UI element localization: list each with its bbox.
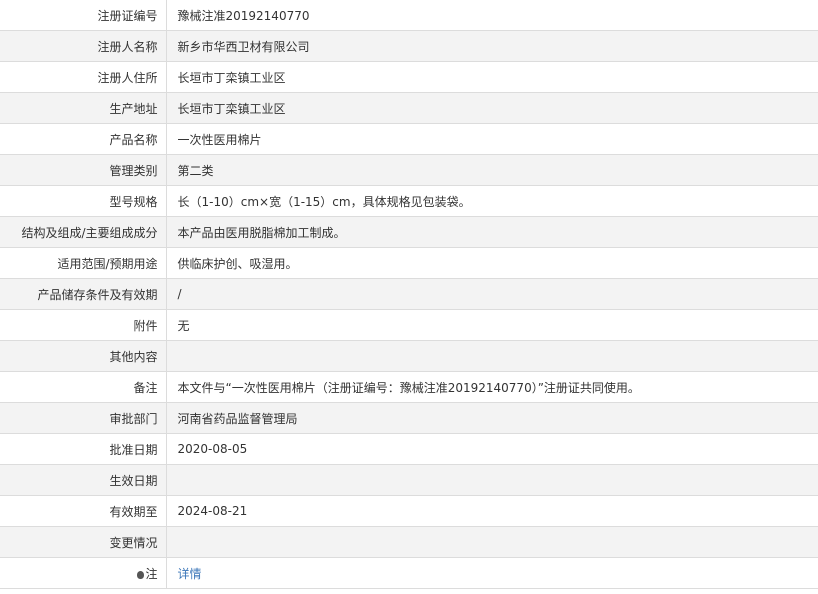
table-row: 生效日期 — [0, 464, 818, 496]
table-row: 注册人名称 新乡市华西卫材有限公司 — [0, 30, 818, 62]
note-label: 注 — [145, 566, 158, 581]
table-row: 其他内容 — [0, 340, 818, 372]
row-label: 变更情况 — [0, 526, 167, 558]
row-value: 2020-08-05 — [166, 433, 818, 465]
row-label: 其他内容 — [0, 340, 167, 372]
row-label: 管理类别 — [0, 154, 167, 186]
table-row: 结构及组成/主要组成成分 本产品由医用脱脂棉加工制成。 — [0, 216, 818, 248]
row-label: 审批部门 — [0, 402, 167, 434]
row-value: 豫械注准20192140770 — [166, 0, 818, 31]
row-value: 第二类 — [166, 154, 818, 186]
row-label: 注册人住所 — [0, 61, 167, 93]
table-row: 附件 无 — [0, 309, 818, 341]
row-value: 长垣市丁栾镇工业区 — [166, 61, 818, 93]
registration-info-table: 注册证编号 豫械注准20192140770 注册人名称 新乡市华西卫材有限公司 … — [0, 0, 818, 589]
row-value: 供临床护创、吸湿用。 — [166, 247, 818, 279]
table-row: 有效期至 2024-08-21 — [0, 495, 818, 527]
row-label: 批准日期 — [0, 433, 167, 465]
row-value: 河南省药品监督管理局 — [166, 402, 818, 434]
note-value-cell: 详情 — [166, 557, 818, 589]
row-label: 结构及组成/主要组成成分 — [0, 216, 167, 248]
table-row: 注册人住所 长垣市丁栾镇工业区 — [0, 61, 818, 93]
table-row: 生产地址 长垣市丁栾镇工业区 — [0, 92, 818, 124]
row-label: 产品名称 — [0, 123, 167, 155]
row-value: 长（1-10）cm×宽（1-15）cm，具体规格见包装袋。 — [166, 185, 818, 217]
row-value: 长垣市丁栾镇工业区 — [166, 92, 818, 124]
row-label: 注册人名称 — [0, 30, 167, 62]
bulb-icon — [137, 570, 145, 579]
table-row: 产品名称 一次性医用棉片 — [0, 123, 818, 155]
row-value: 2024-08-21 — [166, 495, 818, 527]
row-label: 生产地址 — [0, 92, 167, 124]
row-label: 型号规格 — [0, 185, 167, 217]
note-label-cell: 注 — [0, 557, 167, 589]
table-body: 注册证编号 豫械注准20192140770 注册人名称 新乡市华西卫材有限公司 … — [0, 0, 818, 589]
row-label: 生效日期 — [0, 464, 167, 496]
row-value — [166, 526, 818, 558]
table-row: 审批部门 河南省药品监督管理局 — [0, 402, 818, 434]
row-value: 新乡市华西卫材有限公司 — [166, 30, 818, 62]
note-row: 注 详情 — [0, 557, 818, 589]
table-row: 备注 本文件与“一次性医用棉片（注册证编号：豫械注准20192140770）”注… — [0, 371, 818, 403]
row-label: 附件 — [0, 309, 167, 341]
row-value: 无 — [166, 309, 818, 341]
table-row: 批准日期 2020-08-05 — [0, 433, 818, 465]
row-value — [166, 340, 818, 372]
row-label: 产品储存条件及有效期 — [0, 278, 167, 310]
row-value: 本文件与“一次性医用棉片（注册证编号：豫械注准20192140770）”注册证共… — [166, 371, 818, 403]
row-label: 适用范围/预期用途 — [0, 247, 167, 279]
table-row: 变更情况 — [0, 526, 818, 558]
table-row: 管理类别 第二类 — [0, 154, 818, 186]
details-link[interactable]: 详情 — [178, 567, 202, 581]
row-value: 本产品由医用脱脂棉加工制成。 — [166, 216, 818, 248]
row-value: 一次性医用棉片 — [166, 123, 818, 155]
row-label: 备注 — [0, 371, 167, 403]
table-row: 产品储存条件及有效期 / — [0, 278, 818, 310]
row-label: 有效期至 — [0, 495, 167, 527]
row-value: / — [166, 278, 818, 310]
table-row: 适用范围/预期用途 供临床护创、吸湿用。 — [0, 247, 818, 279]
table-row: 型号规格 长（1-10）cm×宽（1-15）cm，具体规格见包装袋。 — [0, 185, 818, 217]
row-label: 注册证编号 — [0, 0, 167, 31]
row-value — [166, 464, 818, 496]
table-row: 注册证编号 豫械注准20192140770 — [0, 0, 818, 31]
